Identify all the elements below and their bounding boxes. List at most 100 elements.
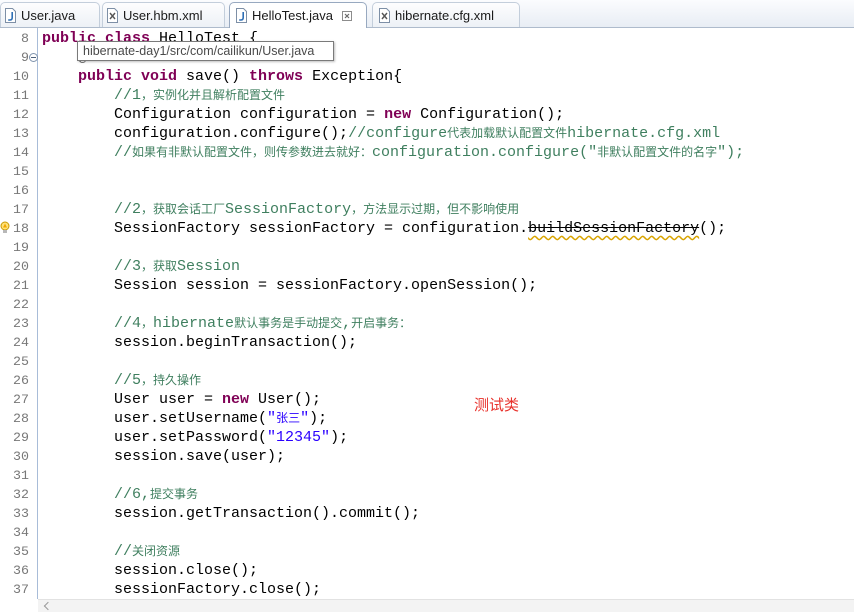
code-token: Exception{ [303,68,403,85]
fold-collapse-icon[interactable] [29,53,38,62]
code-line[interactable]: session.beginTransaction(); [42,333,744,352]
line-number: 33 [13,506,29,521]
warning-icon[interactable] [0,221,10,235]
line-number: 16 [13,183,29,198]
code-line[interactable] [42,181,744,200]
code-line[interactable]: //2，获取会话工厂SessionFactory，方法显示过期，但不影响使用 [42,200,744,219]
code-token: //4 [42,315,142,332]
code-text-area[interactable]: public class HelloTest { @Test public vo… [42,29,744,599]
code-token: ，获取会话工厂 [141,202,226,216]
line-number: 24 [13,335,29,350]
code-line[interactable]: User user = new User(); [42,390,744,409]
line-number: 29 [13,430,29,445]
code-token: ); [330,429,349,446]
line-number: 14 [13,145,29,160]
code-token: sessionFactory.close(); [42,581,322,598]
code-editor[interactable]: 8 9 10 11 12 13 14 15 16 17 18 19 20 21 22 23 24 25 26 27 28… [0,28,854,599]
code-line[interactable]: user.setUsername("张三"); [42,409,744,428]
line-number: 9 [21,50,29,65]
line-number: 17 [13,202,29,217]
code-token: ); [309,410,328,427]
code-line[interactable]: //1，实例化并且解析配置文件 [42,86,744,105]
line-number: 10 [13,69,29,84]
code-line[interactable]: //如果有非默认配置文件，则传参数进去就好：configuration.conf… [42,143,744,162]
code-line[interactable]: configuration.configure();//configure代表加… [42,124,744,143]
line-number: 20 [13,259,29,274]
code-token: session.save(user); [42,448,286,465]
code-token: "); [717,144,745,161]
code-token: " [300,410,310,427]
code-line[interactable]: //关闭资源 [42,542,744,561]
code-token: (); [699,220,727,237]
code-token: 代表加载默认配置文件 [447,126,568,140]
tab-label: User.java [21,7,76,23]
code-line[interactable]: //6,提交事务 [42,485,744,504]
tab-hibernate-cfg-xml[interactable]: hibernate.cfg.xml [372,2,520,27]
code-line[interactable] [42,295,744,314]
chevron-left-icon[interactable] [43,601,53,611]
code-token: Session session = sessionFactory.openSes… [42,277,538,294]
code-token: hibernate.cfg.xml [567,125,721,142]
code-token: session.beginTransaction(); [42,334,358,351]
code-token: SessionFactory sessionFactory = configur… [42,220,529,237]
line-number: 34 [13,525,29,540]
code-token: new [222,391,250,408]
code-line[interactable]: user.setPassword("12345"); [42,428,744,447]
horizontal-scrollbar[interactable] [38,599,854,612]
code-line[interactable]: session.close(); [42,561,744,580]
code-line[interactable]: session.getTransaction().commit(); [42,504,744,523]
code-line[interactable]: //3，获取Session [42,257,744,276]
code-token: throws [249,68,304,85]
tab-user-hbm-xml[interactable]: User.hbm.xml [102,2,225,27]
deprecated-method-token: buildSessionFactory [528,220,700,237]
code-token: public [42,68,133,85]
line-number: 30 [13,449,29,464]
code-line[interactable]: Configuration configuration = new Config… [42,105,744,124]
code-line[interactable] [42,238,744,257]
code-token: Configuration configuration = [42,106,385,123]
code-token: User(); [249,391,322,408]
code-token: session.getTransaction().commit(); [42,505,421,522]
line-number: 35 [13,544,29,559]
line-number: 23 [13,316,29,331]
code-token: //3 [42,258,142,275]
code-token: User user = [42,391,223,408]
code-token: 关闭资源 [132,544,181,558]
close-icon[interactable] [341,10,352,21]
code-line[interactable] [42,162,744,181]
code-line[interactable]: session.save(user); [42,447,744,466]
code-line[interactable] [42,523,744,542]
code-token: 如果有非默认配置文件，则传参数进去就好： [132,145,373,159]
java-file-icon [5,7,16,23]
code-line[interactable]: SessionFactory sessionFactory = configur… [42,219,744,238]
code-line[interactable] [42,466,744,485]
code-token: void [132,68,178,85]
line-number: 15 [13,164,29,179]
code-line[interactable]: //5，持久操作 [42,371,744,390]
code-token: session.close(); [42,562,259,579]
code-line[interactable]: Session session = sessionFactory.openSes… [42,276,744,295]
tab-hellotest-java[interactable]: HelloTest.java [229,2,367,28]
code-token: ，持久操作 [141,373,202,387]
line-number: 13 [13,126,29,141]
code-token: user.setPassword( [42,429,268,446]
code-token: ，实例化并且解析配置文件 [141,88,286,102]
code-line[interactable]: //4，hibernate默认事务是手动提交,开启事务： [42,314,744,333]
code-token: //6, [42,486,151,503]
test-class-annotation: 测试类 [474,396,520,414]
line-number-gutter[interactable]: 8 9 10 11 12 13 14 15 16 17 18 19 20 21 22 23 24 25 26 27 28… [0,28,38,599]
tab-label: User.hbm.xml [123,7,203,23]
code-token: 张三 [276,411,301,425]
tab-user-java[interactable]: User.java [0,2,100,27]
code-token: //configure [348,125,448,142]
code-line[interactable] [42,352,744,371]
line-number: 11 [13,88,29,103]
code-line[interactable]: sessionFactory.close(); [42,580,744,599]
code-token: ，方法显示过期，但不影响使用 [351,202,520,216]
tab-label: HelloTest.java [252,8,333,23]
tab-path-tooltip: hibernate-day1/src/com/cailikun/User.jav… [77,41,334,61]
code-token: , [342,315,352,332]
code-line[interactable]: public void save() throws Exception{ [42,67,744,86]
code-token: 提交事务 [150,487,199,501]
code-token: save() [177,68,250,85]
